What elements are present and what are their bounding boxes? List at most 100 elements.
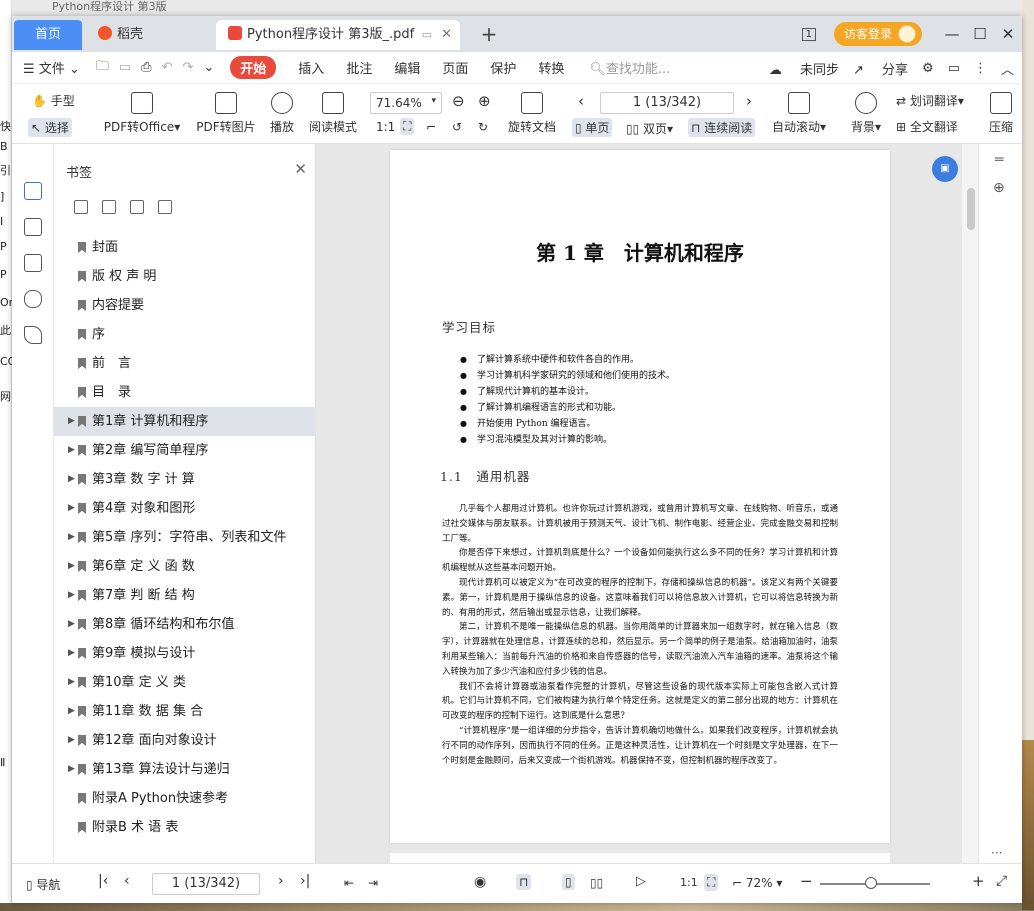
zoom-in-status-icon[interactable]: + [972,872,985,890]
single-page-button[interactable]: ▯ 单页 [572,118,613,137]
bookmark-item[interactable]: 版 权 声 明 [54,262,316,291]
read-mode-button[interactable]: 阅读模式 [306,92,360,135]
save-icon[interactable]: ▭ [119,60,131,75]
translate-full-button[interactable]: ⊞ 全文翻译 [896,118,958,135]
open-icon[interactable]: 🗀 [96,57,109,79]
redo-icon[interactable]: ↷ [182,60,193,75]
sync-status[interactable]: ☁ 未同步 [769,59,839,78]
menu-page[interactable]: 页面 [442,58,468,77]
bookmark-item[interactable]: ▶ 第5章 序列：字符串、列表和文件 [54,523,316,552]
continuous-read-button[interactable]: ⊓ 连续阅读 [688,118,756,137]
double-page-status-icon[interactable]: ▯▯ [590,876,603,890]
expand-arrow-icon[interactable]: ▶ [68,552,75,581]
expand-arrow-icon[interactable]: ▶ [68,494,75,523]
zoom-slider[interactable] [820,877,930,889]
visitor-login-button[interactable]: 访客登录 [833,22,922,46]
add-child-bookmark-icon[interactable] [102,200,116,214]
expand-arrow-icon[interactable]: ▶ [68,465,75,494]
background-button[interactable]: 背景▾ [846,92,886,135]
actual-size-status-icon[interactable]: 1:1 [680,876,698,889]
bookmark-item[interactable]: ▶ 第8章 循环结构和布尔值 [54,610,316,639]
signature-icon[interactable] [24,326,42,344]
attachment-icon[interactable] [24,290,42,308]
translate-word-button[interactable]: ⇄ 划词翻译▾ [896,92,964,109]
comment-icon[interactable] [24,254,42,272]
expand-arrow-icon[interactable]: ▶ [68,407,75,436]
bookmark-item[interactable]: 序 [54,320,316,349]
bookmark-item[interactable]: ▶ 第13章 算法设计与递归 [54,755,316,784]
zoom-in-icon[interactable]: ⊕ [478,92,491,110]
menu-insert[interactable]: 插入 [298,58,324,77]
bookmark-item[interactable]: ▶ 第10章 定 义 类 [54,668,316,697]
exit-icon[interactable]: ⇤ [344,876,354,890]
window-count-icon[interactable]: 1 [801,27,816,41]
status-page-input[interactable]: 1 (13/342) [152,873,260,895]
expand-arrow-icon[interactable]: ▶ [68,697,75,726]
bookmark-item[interactable]: ▶ 第1章 计算机和程序 [54,407,316,436]
menu-convert[interactable]: 转换 [538,58,564,77]
settings-icon[interactable]: ⚙ [922,61,934,76]
menu-protect[interactable]: 保护 [490,58,516,77]
close-icon[interactable]: ✕ [294,160,307,178]
floating-tool-button[interactable]: ▣ [932,156,958,182]
zoom-out-status-icon[interactable]: − [800,872,813,890]
bookmark-item[interactable]: ▶ 第6章 定 义 函 数 [54,552,316,581]
double-page-button[interactable]: ▯▯ 双页▾ [626,120,673,137]
bookmark-item[interactable]: ▶ 第2章 编写简单程序 [54,436,316,465]
rotate-left-icon[interactable]: ↺ [452,120,462,134]
undo-icon[interactable]: ↶ [162,60,173,75]
page-number-input[interactable]: 1 (13/342) [600,92,734,114]
bookmark-item[interactable]: 目 录 [54,378,316,407]
tab-home[interactable]: 首页 [14,20,82,50]
expand-arrow-icon[interactable]: ▶ [68,523,75,552]
bookmark-item[interactable]: 前 言 [54,349,316,378]
window-pin-icon[interactable]: ▭ [422,20,432,50]
more-tools-icon[interactable]: ··· [991,846,1002,860]
eye-protect-icon[interactable]: ◉ [474,874,486,890]
single-page-status-icon[interactable]: ▯ [562,874,575,890]
menu-start[interactable]: 开始 [230,56,277,79]
navigation-toggle[interactable]: ▯ 导航 [26,876,60,893]
fit-page-icon[interactable]: ⛶ [400,118,415,135]
print-icon[interactable]: ⎙ [141,60,151,75]
message-icon[interactable]: ▭ [948,61,960,76]
first-page-icon[interactable]: |‹ [98,873,108,889]
menu-annotate[interactable]: 批注 [346,58,372,77]
thumbnail-icon[interactable] [24,218,42,236]
share-button[interactable]: ↗ 分享 [853,59,908,78]
new-tab-button[interactable]: + [474,20,504,50]
expand-arrow-icon[interactable]: ▶ [68,755,75,784]
select-tool-button[interactable]: ↖ 选择 [28,118,72,137]
search-doc-icon[interactable]: ⊕ [993,180,1005,196]
continuous-status-icon[interactable]: ⊓ [516,874,532,890]
more-quick-icon[interactable]: ⌄ [203,60,214,75]
close-tab-icon[interactable]: ✕ [441,20,452,50]
bookmark-item[interactable]: ▶ 第3章 数 字 计 算 [54,465,316,494]
bookmark-item[interactable]: 封面 [54,233,316,262]
play-button[interactable]: 播放 [266,92,298,135]
actual-size-icon[interactable]: 1:1 [376,120,395,134]
zoom-slider-knob[interactable] [865,877,877,889]
tab-document[interactable]: Python程序设计 第3版_.pdf ▭ ✕ [216,20,460,50]
vertical-scrollbar[interactable] [962,144,978,863]
play-status-icon[interactable]: ▷ [636,874,646,889]
add-bookmark-icon[interactable] [74,200,88,214]
fit-page-status-icon[interactable]: ⛶ [704,874,719,891]
search-feature-input[interactable]: 🔍︎查找功能... [589,58,670,77]
minimize-button[interactable]: — [938,25,966,43]
prev-page-icon[interactable]: ‹ [578,92,584,110]
next-page-status-icon[interactable]: › [278,873,284,889]
tab-daoke[interactable]: 稻壳 [86,20,210,50]
fullscreen-icon[interactable]: ⤢ [996,873,1007,889]
bookmark-item[interactable]: ▶ 第7章 判 断 结 构 [54,581,316,610]
bookmark-item[interactable]: ▶ 第4章 对象和图形 [54,494,316,523]
zoom-menu[interactable]: ⌐ 72% ▾ [732,876,782,890]
next-page-icon[interactable]: › [746,92,752,110]
close-window-button[interactable]: ✕ [994,25,1022,43]
bookmark-item[interactable]: ▶ 第11章 数 据 集 合 [54,697,316,726]
bookmark-item[interactable]: ▶ 第12章 面向对象设计 [54,726,316,755]
menu-edit[interactable]: 编辑 [394,58,420,77]
hand-tool-button[interactable]: ✋ 手型 [32,92,75,109]
maximize-button[interactable]: ☐ [966,25,994,43]
expand-arrow-icon[interactable]: ▶ [68,581,75,610]
